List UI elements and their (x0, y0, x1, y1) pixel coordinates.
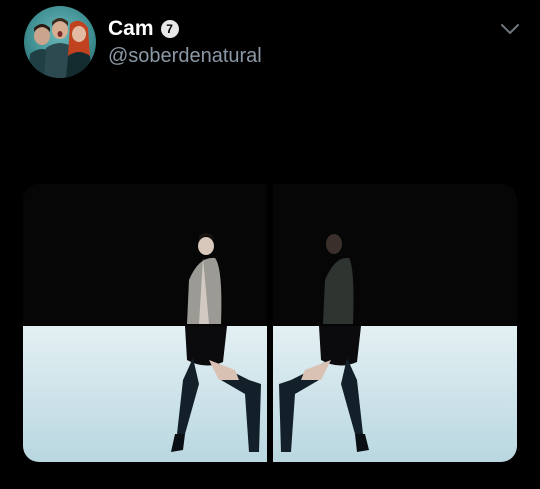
media-panel-right[interactable] (273, 184, 517, 462)
media-grid (23, 184, 517, 462)
chevron-down-icon[interactable] (500, 22, 520, 36)
media-panel-left[interactable] (23, 184, 267, 462)
verified-badge-icon: 7 (160, 20, 179, 38)
avatar-photo (28, 18, 92, 78)
author-name-row[interactable]: Cam 7 (108, 16, 179, 42)
display-name[interactable]: Cam (108, 16, 154, 42)
tweet: Cam 7 @soberdenatural (0, 0, 540, 489)
author-handle[interactable]: @soberdenatural (108, 44, 262, 68)
tweet-media[interactable] (23, 184, 517, 462)
avatar[interactable] (24, 6, 96, 78)
